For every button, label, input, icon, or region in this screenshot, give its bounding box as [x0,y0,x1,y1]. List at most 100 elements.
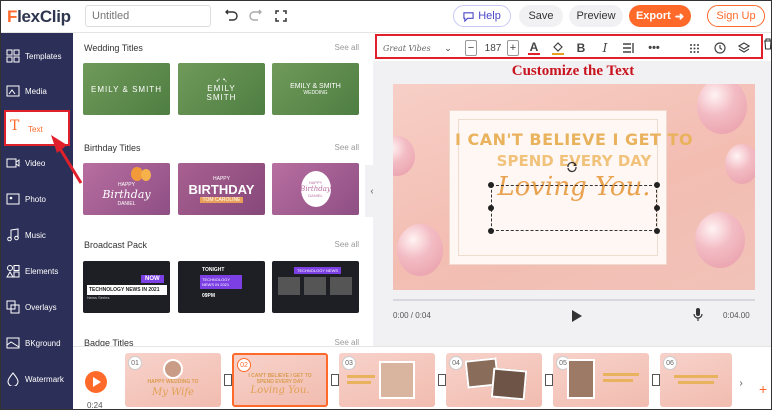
see-all-wedding-link[interactable]: See all [335,43,359,52]
birthday-title-thumb-3[interactable]: HAPPY Birthday DANIEL [272,163,359,215]
more-options-button[interactable]: ••• [647,40,661,56]
transition-button[interactable] [331,374,339,386]
balloon-badge: HAPPY Birthday DANIEL [300,171,331,207]
thumb-text: TECHNOLOGY NEWS IN 2021 [87,285,167,295]
transition-button[interactable] [224,374,232,386]
thumb-text: Birthday [300,185,331,193]
see-all-broadcast-link[interactable]: See all [335,240,359,249]
playback-progress-bar[interactable] [393,299,755,301]
resize-handle[interactable] [488,205,494,211]
fullscreen-icon[interactable] [272,7,290,25]
scene-thumb-6[interactable]: 06 [660,353,732,407]
templates-icon [6,49,20,63]
sidebar-item-media[interactable]: Media [1,74,73,110]
elements-icon [6,265,20,278]
chevron-down-icon[interactable]: ⌄ [443,40,453,56]
scene-thumb-2[interactable]: 02 I CAN'T BELIEVE I GET TO SPEND EVERY … [232,353,328,407]
font-size-increase-button[interactable]: + [507,40,519,56]
add-scene-button[interactable]: + [759,381,767,397]
wedding-title-thumb-1[interactable]: EMILY & SMITH [83,63,170,115]
voiceover-button[interactable] [693,308,705,322]
balloon-decoration [397,224,443,276]
canvas-text-line1[interactable]: I CAN'T BELIEVE I GET TO [393,130,755,149]
thumb-text: Birthday [102,187,151,201]
scene-script-text: Loving You. [250,385,310,396]
video-canvas[interactable]: I CAN'T BELIEVE I GET TO SPEND EVERY DAY… [393,84,755,290]
scene-text-placeholder [347,375,375,378]
transition-button[interactable] [652,374,660,386]
timeline-play-button[interactable] [85,371,107,393]
see-all-birthday-link[interactable]: See all [335,143,359,152]
rotate-icon [567,161,577,173]
resize-handle[interactable] [654,205,660,211]
timeline-scroll-right-button[interactable]: › [735,375,747,391]
undo-icon[interactable] [223,7,241,25]
delete-button[interactable] [763,37,771,57]
sidebar-item-watermark[interactable]: Watermark [1,362,73,398]
sidebar-item-elements[interactable]: Elements [1,254,73,290]
thumb-image [278,277,300,295]
grid-button[interactable] [687,40,701,56]
transition-button[interactable] [438,374,446,386]
scene-script-text: My Wife [152,387,194,398]
signup-button[interactable]: Sign Up [707,5,765,27]
redo-icon[interactable] [246,7,264,25]
scene-thumb-5[interactable]: 05 [553,353,649,407]
bold-button[interactable]: B [575,40,587,56]
scene-thumb-4[interactable]: 04 [446,353,542,407]
balloon-decoration [697,84,747,134]
export-button[interactable]: Export ➜ [629,5,691,27]
arrows-icon: ➶ ➷ [215,77,228,84]
resize-handle[interactable] [488,182,494,188]
plus-label: + [509,42,517,54]
text-color-button[interactable]: A [527,40,541,56]
italic-button[interactable]: I [599,40,611,56]
text-selection-box[interactable] [488,182,660,234]
play-button[interactable] [572,309,582,322]
sidebar-item-music[interactable]: Music [1,218,73,254]
broadcast-thumb-2[interactable]: TONIGHT TECHNOLOGY NEWS IN 2021 09PM [178,261,265,313]
sidebar-item-label: Text [28,125,43,134]
sidebar-item-label: Templates [25,52,62,61]
thumb-text: BIRTHDAY [188,181,255,197]
font-name: Great Vibes [383,43,431,53]
resize-handle[interactable] [654,228,660,234]
timing-button[interactable] [713,40,727,56]
highlight-color-button[interactable] [551,40,565,56]
font-size-input[interactable]: 187 [481,40,505,56]
transition-button[interactable] [545,374,553,386]
sidebar-item-label: Overlays [25,303,57,312]
scene-thumb-1[interactable]: 01 HAPPY WEDDING TO My Wife [125,353,221,407]
scene-duration[interactable]: 0:04.00 [723,311,750,320]
font-family-select[interactable]: Great Vibes [383,40,441,56]
alignment-button[interactable] [621,40,635,56]
rotate-handle[interactable] [566,160,578,173]
resize-handle[interactable] [654,182,660,188]
birthday-title-thumb-2[interactable]: HAPPY BIRTHDAY TOM CAROLINE [178,163,265,215]
wedding-title-thumb-3[interactable]: EMILY & SMITH WEDDING [272,63,359,115]
play-icon [572,310,582,322]
sidebar-item-bkground[interactable]: BKground [1,326,73,362]
broadcast-thumb-3[interactable]: TECHNOLOGY NEWS [272,261,359,313]
layers-button[interactable] [737,40,751,56]
project-title-input[interactable] [85,5,211,27]
resize-handle[interactable] [488,228,494,234]
birthday-title-thumb-1[interactable]: HAPPY Birthday DANIEL [83,163,170,215]
sidebar-item-label: Music [25,231,46,240]
thumb-image [304,277,326,295]
thumb-text: EMILY & SMITH [91,84,162,94]
sidebar-item-overlays[interactable]: Overlays [1,290,73,326]
sidebar-item-photo[interactable]: Photo [1,182,73,218]
scene-photo [163,359,183,379]
flexclip-logo[interactable]: FlexClip [7,7,71,27]
play-icon [93,377,101,387]
scene-thumb-3[interactable]: 03 [339,353,435,407]
sidebar-item-templates[interactable]: Templates [1,39,73,75]
broadcast-thumb-1[interactable]: NOW TECHNOLOGY NEWS IN 2021 News Series [83,261,170,313]
help-button[interactable]: Help [453,5,511,27]
preview-button[interactable]: Preview [569,5,623,27]
font-size-decrease-button[interactable]: − [465,40,477,56]
save-button[interactable]: Save [519,5,563,27]
wedding-title-thumb-2[interactable]: ➶ ➷ EMILY SMITH [178,63,265,115]
grid-dots-icon [689,43,699,53]
